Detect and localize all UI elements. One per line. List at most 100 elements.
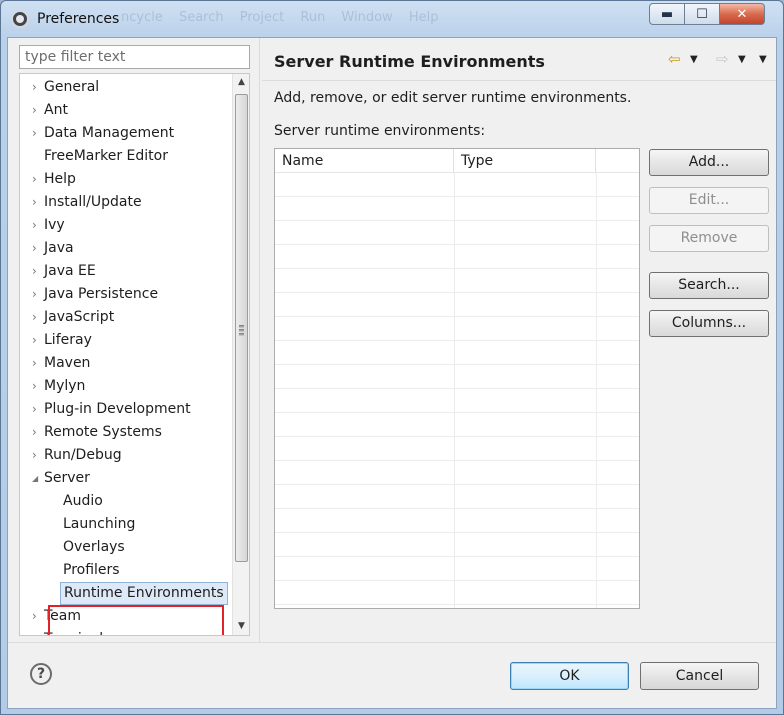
filter-input[interactable]: [19, 45, 250, 69]
tree-item[interactable]: › Mylyn: [20, 375, 232, 398]
tree-item[interactable]: Launching: [20, 513, 232, 536]
tree-item[interactable]: › Ant: [20, 99, 232, 122]
expand-arrow-icon[interactable]: ›: [32, 191, 42, 214]
preference-navigation-pane: ›General›Ant›Data ManagementFreeMarker E…: [8, 38, 260, 642]
table-row[interactable]: [275, 197, 639, 221]
tree-item[interactable]: › Data Management: [20, 122, 232, 145]
remove-button: Remove: [649, 225, 769, 252]
table-row[interactable]: [275, 413, 639, 437]
help-icon[interactable]: ?: [30, 663, 52, 685]
columns-button[interactable]: Columns...: [649, 310, 769, 337]
tree-item[interactable]: ◢ Server: [20, 467, 232, 490]
tree-item[interactable]: › Java Persistence: [20, 283, 232, 306]
expanded-arrow-icon[interactable]: ◢: [32, 467, 42, 490]
maximize-button[interactable]: ☐: [684, 3, 720, 25]
tree-item[interactable]: › Plug-in Development: [20, 398, 232, 421]
tree-item[interactable]: Audio: [20, 490, 232, 513]
tree-item[interactable]: › Java EE: [20, 260, 232, 283]
table-row[interactable]: [275, 245, 639, 269]
ok-button[interactable]: OK: [510, 662, 629, 690]
close-icon: ✕: [736, 6, 748, 22]
expand-arrow-icon[interactable]: ›: [32, 122, 42, 145]
tree-item[interactable]: FreeMarker Editor: [20, 145, 232, 168]
preference-tree[interactable]: › General › Ant › Data Management FreeMarker E…: [19, 73, 250, 636]
expand-arrow-icon[interactable]: ›: [32, 260, 42, 283]
expand-arrow-icon[interactable]: ›: [32, 444, 42, 467]
expand-arrow-icon[interactable]: ›: [32, 99, 42, 122]
expand-arrow-icon[interactable]: ›: [32, 237, 42, 260]
column-header-empty[interactable]: [596, 149, 639, 173]
expand-arrow-icon[interactable]: ›: [32, 375, 42, 398]
minimize-button[interactable]: ▬: [649, 3, 685, 25]
expand-arrow-icon[interactable]: ›: [32, 329, 42, 352]
view-menu-icon[interactable]: ▼: [759, 54, 767, 65]
tree-item-label: Runtime Environments: [60, 582, 228, 605]
tree-item-label: Plug-in Development: [44, 401, 191, 417]
back-arrow-icon[interactable]: ⇦: [668, 50, 681, 68]
tree-item[interactable]: › General: [20, 76, 232, 99]
table-row[interactable]: [275, 389, 639, 413]
tree-item[interactable]: Terminal: [20, 628, 232, 635]
tree-item-label: General: [44, 79, 100, 95]
tree-item[interactable]: › Help: [20, 168, 232, 191]
expand-arrow-icon[interactable]: ›: [32, 214, 42, 237]
tree-item-label: Java EE: [44, 263, 96, 279]
expand-arrow-icon[interactable]: ›: [32, 283, 42, 306]
expand-arrow-icon[interactable]: ›: [32, 76, 42, 99]
table-row[interactable]: [275, 221, 639, 245]
tree-item-label: JavaScript: [44, 309, 115, 325]
tree-item-label: Maven: [44, 355, 91, 371]
title-bar[interactable]: Preferences ncycle Search Project Run Wi…: [1, 1, 783, 37]
tree-item[interactable]: Runtime Environments: [20, 582, 232, 605]
table-row[interactable]: [275, 461, 639, 485]
tree-item[interactable]: › Maven: [20, 352, 232, 375]
expand-arrow-icon[interactable]: ›: [32, 352, 42, 375]
table-row[interactable]: [275, 341, 639, 365]
tree-item[interactable]: › Liferay: [20, 329, 232, 352]
table-row[interactable]: [275, 557, 639, 581]
tree-item-label: Profilers: [63, 562, 120, 578]
table-row[interactable]: [275, 293, 639, 317]
cancel-button[interactable]: Cancel: [640, 662, 759, 690]
tree-item[interactable]: › Remote Systems: [20, 421, 232, 444]
tree-item[interactable]: Profilers: [20, 559, 232, 582]
tree-item[interactable]: › JavaScript: [20, 306, 232, 329]
table-row[interactable]: [275, 437, 639, 461]
title-divider: [262, 80, 776, 81]
scroll-up-icon[interactable]: ▲: [233, 74, 249, 91]
scroll-thumb[interactable]: ═ ═ ═: [235, 94, 248, 562]
table-row[interactable]: [275, 365, 639, 389]
tree-item[interactable]: › Run/Debug: [20, 444, 232, 467]
tree-vertical-scrollbar[interactable]: ▲ ═ ═ ═ ▼: [232, 74, 249, 635]
column-header-type[interactable]: Type: [454, 149, 596, 173]
tree-item[interactable]: › Team: [20, 605, 232, 628]
column-header-name[interactable]: Name: [275, 149, 454, 173]
tree-item[interactable]: › Java: [20, 237, 232, 260]
table-row[interactable]: [275, 509, 639, 533]
close-button[interactable]: ✕: [719, 3, 765, 25]
back-dropdown-icon[interactable]: ▼: [690, 54, 698, 65]
tree-item-label: Mylyn: [44, 378, 86, 394]
expand-arrow-icon[interactable]: ›: [32, 605, 42, 628]
table-row[interactable]: [275, 485, 639, 509]
add-button[interactable]: Add...: [649, 149, 769, 176]
table-row[interactable]: [275, 533, 639, 557]
search-button[interactable]: Search...: [649, 272, 769, 299]
scroll-down-icon[interactable]: ▼: [233, 618, 249, 635]
table-row[interactable]: [275, 173, 639, 197]
table-row[interactable]: [275, 317, 639, 341]
expand-arrow-icon[interactable]: ›: [32, 398, 42, 421]
forward-dropdown-icon[interactable]: ▼: [738, 54, 746, 65]
expand-arrow-icon[interactable]: ›: [32, 421, 42, 444]
tree-item[interactable]: › Install/Update: [20, 191, 232, 214]
runtime-environments-table[interactable]: Name Type: [274, 148, 640, 609]
expand-arrow-icon[interactable]: ›: [32, 168, 42, 191]
expand-arrow-icon[interactable]: ›: [32, 306, 42, 329]
forward-arrow-icon[interactable]: ⇨: [716, 50, 729, 68]
tree-item[interactable]: Overlays: [20, 536, 232, 559]
tree-item[interactable]: › Ivy: [20, 214, 232, 237]
table-row[interactable]: [275, 581, 639, 605]
tree-item-label: Team: [44, 608, 82, 624]
table-header: Name Type: [275, 149, 639, 173]
table-row[interactable]: [275, 269, 639, 293]
